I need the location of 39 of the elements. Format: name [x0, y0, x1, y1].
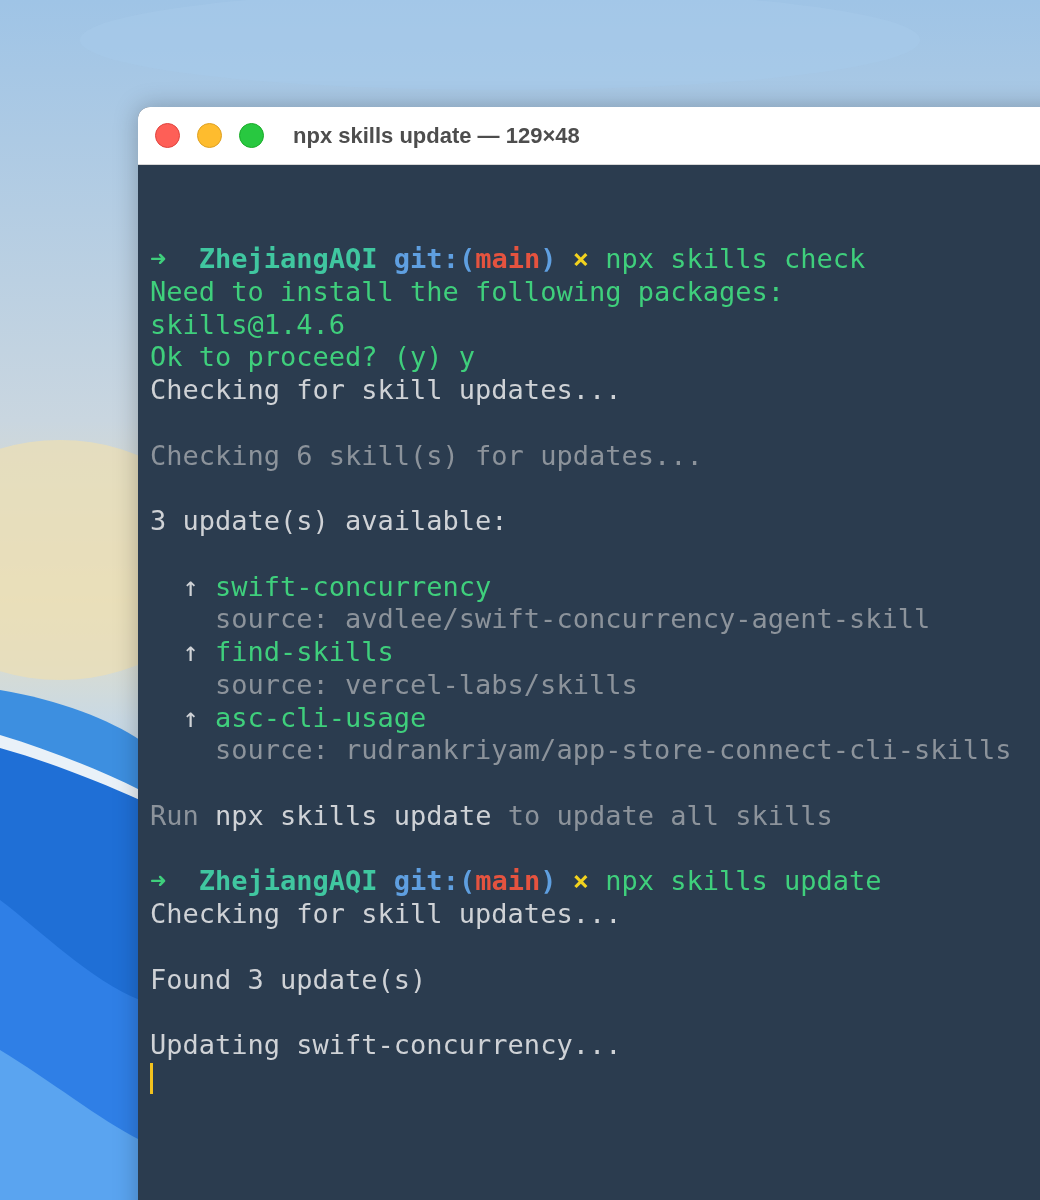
close-button[interactable]: [155, 123, 180, 148]
output-text: Found 3 update(s): [150, 963, 427, 995]
branch-name: main: [475, 243, 541, 274]
directory-name: ZhejiangAQI: [198, 243, 378, 274]
output-text: npx skills update: [215, 799, 492, 831]
output-text: Ok to proceed? (y) y: [150, 341, 476, 373]
skill-source: source: vercel-labs/skills: [215, 668, 638, 700]
directory-name: ZhejiangAQI: [198, 865, 378, 897]
minimize-button[interactable]: [197, 123, 222, 148]
output-text: 3 update(s) available:: [150, 505, 508, 536]
skill-source: source: avdlee/swift-concurrency-agent-skill: [215, 603, 931, 635]
zoom-button[interactable]: [239, 123, 264, 148]
output-text: Need to install the following packages:: [150, 275, 784, 307]
git-label: git:(: [393, 865, 476, 897]
window-title: npx skills update — 129×48: [293, 122, 580, 150]
prompt-arrow: ➜: [150, 865, 167, 897]
output-text: Run: [150, 799, 199, 831]
dirty-marker: ×: [572, 243, 589, 274]
output-text: skills@1.4.6: [150, 308, 346, 340]
output-text: Checking for skill updates...: [150, 898, 622, 929]
output-text: to update all skills: [507, 799, 833, 831]
output-text: Updating swift-concurrency...: [150, 1029, 622, 1060]
git-label: ): [540, 865, 557, 897]
update-arrow: ↑: [182, 636, 199, 667]
branch-name: main: [475, 865, 541, 897]
update-arrow: ↑: [182, 570, 199, 602]
skill-name: find-skills: [215, 636, 394, 667]
skill-source: source: rudrankriyam/app-store-connect-cli-skills: [215, 734, 1012, 766]
command-text: npx skills check: [605, 243, 866, 274]
git-label: ): [540, 243, 557, 274]
prompt-arrow: ➜: [150, 243, 167, 274]
output-text: Checking for skill updates...: [150, 374, 622, 405]
command-text: npx skills update: [605, 865, 882, 897]
git-label: git:(: [393, 243, 476, 274]
skill-name: swift-concurrency: [215, 570, 492, 602]
output-text: Checking 6 skill(s) for updates...: [150, 439, 703, 471]
skill-name: asc-cli-usage: [215, 701, 427, 733]
dirty-marker: ×: [572, 865, 589, 897]
update-arrow: ↑: [182, 701, 199, 733]
